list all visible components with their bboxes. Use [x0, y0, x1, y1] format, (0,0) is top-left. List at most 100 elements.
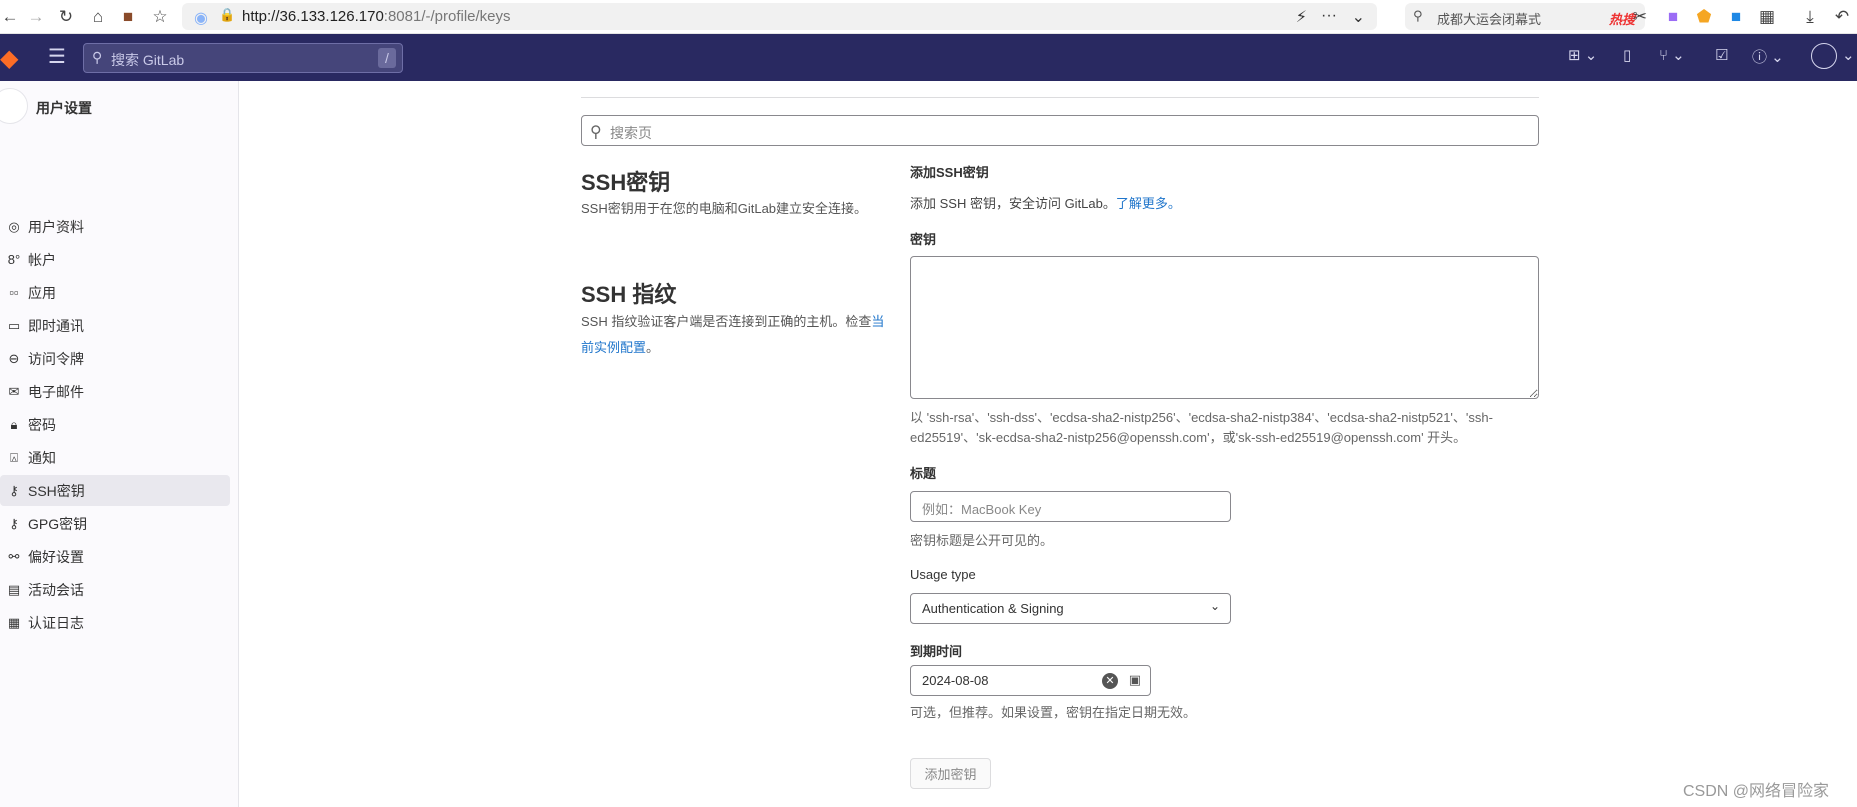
fingerprint-text: SSH 指纹验证客户端是否连接到正确的主机。检查	[581, 314, 872, 329]
sidebar-item[interactable]: 8° 帐户	[0, 244, 230, 275]
reload-icon[interactable]: ↻	[56, 7, 76, 27]
clear-icon[interactable]: ✕	[1102, 673, 1118, 689]
sidebar-item-label: 访问令牌	[28, 350, 84, 367]
hot-search-box[interactable]: ⚲ 成都大运会闭幕式 热搜	[1405, 3, 1645, 30]
apps-icon[interactable]: ▦	[1757, 7, 1777, 27]
mail-icon: ✉	[8, 383, 20, 399]
sidebar-item[interactable]: 🔒︎ 密码	[0, 409, 230, 440]
token-icon: ⊖	[8, 350, 20, 366]
add-key-title: 添加SSH密钥	[910, 165, 989, 180]
sidebar-item-label: GPG密钥	[28, 515, 88, 532]
sidebar-item[interactable]: ⚷ GPG密钥	[0, 508, 230, 539]
title-help: 密钥标题是公开可见的。	[910, 533, 1054, 548]
fingerprint-heading: SSH 指纹	[581, 282, 677, 307]
url-path: :8081/-/profile/keys	[383, 8, 511, 25]
back-icon[interactable]: ←	[0, 7, 20, 27]
chevron-down-icon[interactable]: ⌄	[1352, 7, 1365, 27]
chevron-down-icon: ⌄	[1209, 599, 1220, 613]
user-icon: ◎	[8, 218, 20, 234]
sidebar-item[interactable]: ⊖ 访问令牌	[0, 343, 230, 374]
more-icon[interactable]: ···	[1321, 7, 1337, 25]
sidebar-item-label: 应用	[28, 284, 56, 301]
hamburger-menu-icon[interactable]: ☰	[48, 44, 66, 69]
sidebar-item[interactable]: ◎ 用户资料	[0, 211, 230, 242]
lightning-icon[interactable]: ⚡	[1296, 7, 1307, 27]
address-bar[interactable]: ◉ 🔒 http://36.133.126.170:8081/-/profile…	[182, 3, 1377, 30]
sidebar-item-label: 密码	[28, 416, 56, 433]
url-host: http://36.133.126.170	[242, 8, 384, 25]
todos-icon[interactable]: ☑	[1715, 46, 1728, 64]
top-navbar: ◆ ☰ ⚲ 搜索 GitLab / ⊞ ⌄ ▯ ⑂ ⌄ ☑ ⓘ ⌄ ⌄	[0, 34, 1857, 81]
sidebar-item[interactable]: ⚷ SSH密钥	[0, 475, 230, 506]
learn-more-link[interactable]: 了解更多。	[1116, 196, 1181, 211]
sidebar-item[interactable]: ✉ 电子邮件	[0, 376, 230, 407]
sidebar: 用户设置 ◎ 用户资料 8° 帐户 ▫▫ 应用 ▭ 即时通讯 ⊖ 访问令牌 ✉ 电子邮件 🔒︎ 密码 ⍓ 通知…	[0, 81, 239, 807]
download-icon[interactable]: ⤓	[1800, 7, 1820, 27]
sidebar-item[interactable]: ▦ 认证日志	[0, 607, 230, 638]
key-icon: ⚷	[9, 482, 19, 498]
bookmark-star-icon[interactable]: ☆	[150, 7, 170, 27]
watermark: CSDN @网络冒险家	[1683, 783, 1830, 800]
avatar[interactable]	[1811, 43, 1837, 69]
sidebar-item[interactable]: ⚯ 偏好设置	[0, 541, 230, 572]
search-icon: ⚲	[590, 124, 602, 141]
chevron-down-icon[interactable]: ⌄	[1842, 46, 1855, 64]
translate-icon[interactable]: ■	[1663, 7, 1683, 27]
ssh-keys-heading: SSH密钥	[581, 170, 671, 195]
briefcase-icon[interactable]: ■	[118, 7, 138, 27]
chat-icon: ▭	[7, 317, 21, 333]
preferences-icon: ⚯	[8, 548, 20, 564]
page-search-placeholder: 搜索页	[610, 125, 652, 141]
sidebar-item[interactable]: ⍓ 通知	[0, 442, 230, 473]
ext-icon[interactable]: ■	[1726, 7, 1746, 27]
forward-icon[interactable]: →	[26, 7, 46, 27]
search-shortcut: /	[378, 48, 396, 68]
account-icon: 8°	[7, 252, 21, 267]
search-icon: ⚲	[1413, 8, 1423, 23]
merge-requests-icon[interactable]: ⑂ ⌄	[1659, 46, 1685, 64]
title-placeholder: 例如：MacBook Key	[922, 502, 1042, 517]
lock-icon: 🔒︎	[10, 416, 18, 432]
usage-type-value: Authentication & Signing	[922, 601, 1064, 616]
sidebar-item[interactable]: ▭ 即时通讯	[0, 310, 230, 341]
add-key-button[interactable]: 添加密钥	[910, 758, 991, 789]
gitlab-search-input[interactable]: ⚲ 搜索 GitLab /	[83, 43, 403, 73]
browser-toolbar: ← → ↻ ⌂ ■ ☆ ◉ 🔒 http://36.133.126.170:80…	[0, 0, 1857, 34]
issues-icon[interactable]: ▯	[1623, 46, 1631, 64]
create-new-icon[interactable]: ⊞ ⌄	[1568, 46, 1597, 64]
sidebar-item-label: 认证日志	[28, 614, 84, 631]
log-icon: ▦	[7, 614, 21, 630]
sidebar-item[interactable]: ▤ 活动会话	[0, 574, 230, 605]
sidebar-item-label: 即时通讯	[28, 317, 84, 334]
home-icon[interactable]: ⌂	[88, 7, 108, 27]
shield-icon[interactable]: ⬟	[1694, 7, 1714, 27]
key-textarea[interactable]	[910, 256, 1539, 399]
site-icon: ◉	[194, 10, 208, 27]
usage-type-label: Usage type	[910, 567, 976, 582]
search-placeholder: 搜索 GitLab	[111, 52, 185, 68]
expiry-date-input[interactable]: 2024-08-08 ✕ ▣	[910, 665, 1151, 696]
user-avatar	[0, 88, 28, 124]
usage-type-select[interactable]: Authentication & Signing ⌄	[910, 593, 1231, 624]
applications-icon: ▫▫	[9, 285, 19, 300]
add-key-intro: 添加 SSH 密钥，安全访问 GitLab。了解更多。	[910, 193, 1181, 212]
help-icon[interactable]: ⓘ ⌄	[1752, 46, 1784, 67]
key-label: 密钥	[910, 232, 937, 247]
page-search-input[interactable]: ⚲ 搜索页	[581, 115, 1539, 146]
scissors-icon[interactable]: ✂	[1630, 7, 1650, 27]
gitlab-logo-icon[interactable]: ◆	[0, 44, 18, 73]
search-icon: ⚲	[92, 49, 103, 65]
hot-search-text: 成都大运会闭幕式	[1437, 12, 1542, 27]
sidebar-item-label: 通知	[28, 449, 56, 466]
divider	[581, 97, 1539, 98]
sidebar-item-label: SSH密钥	[28, 482, 85, 499]
fingerprint-description: SSH 指纹验证客户端是否连接到正确的主机。检查当前实例配置。	[581, 309, 891, 361]
undo-icon[interactable]: ↶	[1832, 7, 1852, 27]
title-input[interactable]: 例如：MacBook Key	[910, 491, 1231, 522]
sidebar-item-label: 帐户	[28, 251, 56, 268]
fingerprint-suffix: 。	[646, 340, 660, 355]
expiry-label: 到期时间	[910, 644, 963, 659]
sidebar-title: 用户设置	[36, 100, 92, 116]
calendar-icon[interactable]: ▣	[1129, 672, 1141, 688]
sidebar-item[interactable]: ▫▫ 应用	[0, 277, 230, 308]
